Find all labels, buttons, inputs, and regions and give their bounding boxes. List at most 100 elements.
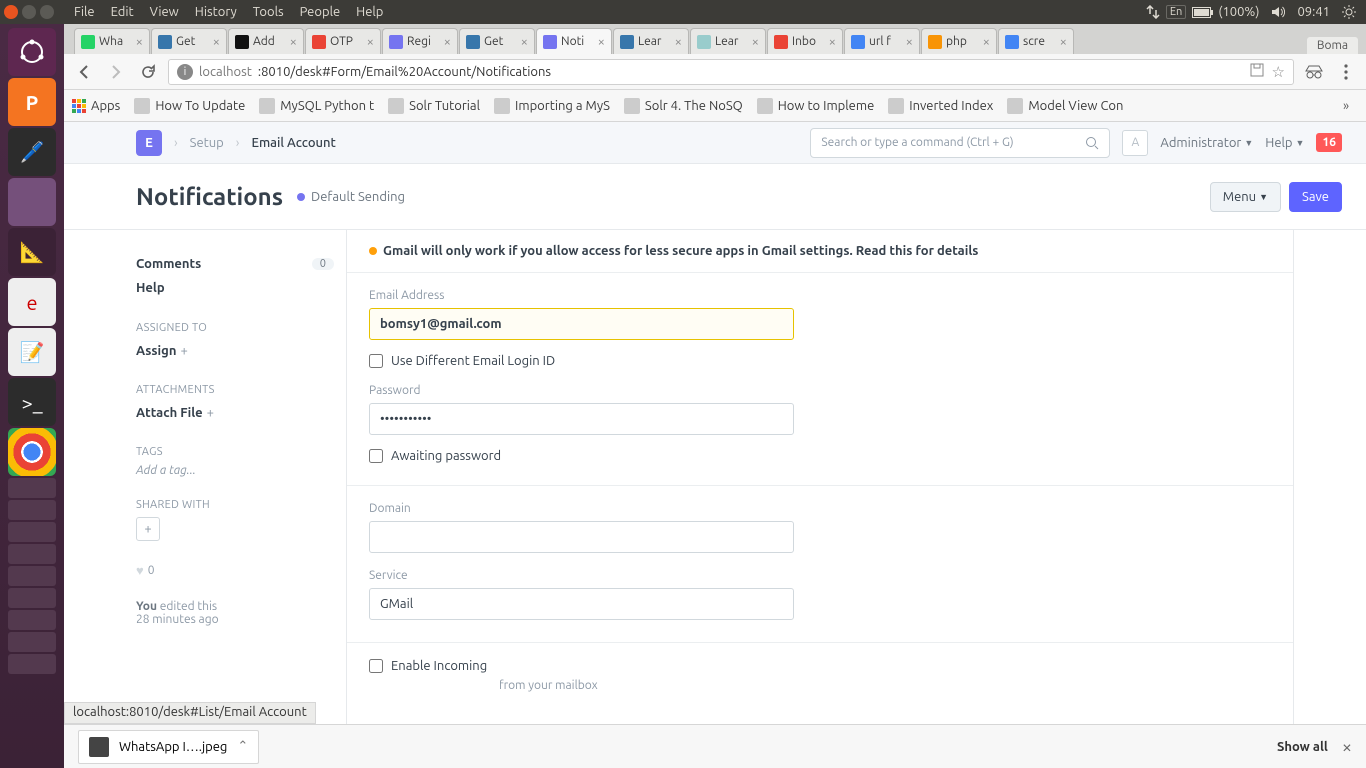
star-icon[interactable]: ☆ [1272,63,1285,81]
launcher-min-6[interactable] [8,588,56,608]
menu-file[interactable]: File [66,5,103,19]
browser-tab[interactable]: scre× [998,28,1074,54]
launcher-min-3[interactable] [8,522,56,542]
bookmark-item[interactable]: Importing a MyS [494,98,610,114]
menu-history[interactable]: History [187,5,245,19]
user-menu[interactable]: Administrator▼ [1160,136,1253,150]
close-icon[interactable]: × [752,35,759,49]
browser-tab[interactable]: Get× [151,28,227,54]
sidebar-help[interactable]: Help [136,276,334,300]
menu-edit[interactable]: Edit [103,5,142,19]
likes-row[interactable]: ♥ 0 [136,563,334,578]
menu-view[interactable]: View [142,5,187,19]
domain-field[interactable] [369,521,794,553]
clock[interactable]: 09:41 [1291,5,1336,19]
browser-tab[interactable]: Add× [228,28,304,54]
save-button[interactable]: Save [1289,182,1342,212]
attach-file-button[interactable]: Attach File+ [136,402,334,424]
launcher-min-5[interactable] [8,566,56,586]
close-window-button[interactable] [4,5,18,19]
launcher-app-5[interactable]: e [8,278,56,326]
launcher-app-2[interactable]: 🖊️ [8,128,56,176]
close-icon[interactable]: × [829,35,836,49]
minimize-window-button[interactable] [22,5,36,19]
download-item[interactable]: WhatsApp I….jpeg ⌃ [78,730,259,764]
close-icon[interactable]: × [521,35,528,49]
email-field[interactable] [369,308,794,340]
bookmark-item[interactable]: How to Impleme [757,98,875,114]
lang-indicator[interactable]: En [1166,5,1186,19]
menu-tools[interactable]: Tools [245,5,292,19]
save-page-icon[interactable] [1250,63,1264,77]
password-field[interactable] [369,403,794,435]
network-icon[interactable] [1140,5,1166,19]
close-icon[interactable]: × [213,35,220,49]
bookmark-item[interactable]: How To Update [134,98,245,114]
chrome-menu-button[interactable] [1334,60,1358,84]
bookmark-item[interactable]: Solr Tutorial [388,98,480,114]
add-tag-input[interactable]: Add a tag... [136,464,334,477]
close-icon[interactable]: × [444,35,451,49]
avatar[interactable]: A [1122,130,1148,156]
reload-button[interactable] [136,60,160,84]
browser-tab[interactable]: Lear× [613,28,689,54]
launcher-min-2[interactable] [8,500,56,520]
launcher-app-1[interactable]: P [8,78,56,126]
launcher-app-3[interactable] [8,178,56,226]
launcher-min-9[interactable] [8,654,56,674]
launcher-app-6[interactable]: 📝 [8,328,56,376]
bookmark-item[interactable]: MySQL Python t [259,98,374,114]
close-icon[interactable]: × [1342,737,1352,757]
breadcrumb-setup[interactable]: Setup [190,136,224,150]
bookmark-item[interactable]: Inverted Index [888,98,993,114]
browser-tab[interactable]: Get× [459,28,535,54]
site-info-icon[interactable]: i [177,64,193,80]
browser-tab[interactable]: Regi× [382,28,458,54]
back-button[interactable] [72,60,96,84]
launcher-app-4[interactable]: 📐 [8,228,56,276]
launcher-min-7[interactable] [8,610,56,630]
browser-tab[interactable]: url f× [844,28,920,54]
browser-tab[interactable]: Inbo× [767,28,843,54]
erp-logo[interactable]: E [136,130,162,156]
forward-button[interactable] [104,60,128,84]
close-icon[interactable]: × [906,35,913,49]
breadcrumb-email-account[interactable]: Email Account [251,136,335,150]
close-icon[interactable]: × [290,35,297,49]
search-input[interactable]: Search or type a command (Ctrl + G) [810,128,1110,158]
close-icon[interactable]: × [136,35,143,49]
gear-icon[interactable] [1336,5,1362,19]
share-add-button[interactable]: + [136,517,160,541]
launcher-chrome[interactable] [8,428,56,476]
launcher-min-1[interactable] [8,478,56,498]
assign-button[interactable]: Assign+ [136,340,334,362]
close-icon[interactable]: × [983,35,990,49]
volume-icon[interactable] [1265,5,1291,19]
maximize-window-button[interactable] [40,5,54,19]
close-icon[interactable]: × [675,35,682,49]
help-menu[interactable]: Help▼ [1265,136,1304,150]
show-all-downloads[interactable]: Show all [1277,740,1328,754]
notification-badge[interactable]: 16 [1316,133,1342,152]
menu-button[interactable]: Menu ▼ [1210,182,1281,212]
close-icon[interactable]: × [1060,35,1067,49]
service-field[interactable] [369,588,794,620]
browser-tab[interactable]: OTP× [305,28,381,54]
launcher-dash[interactable] [8,28,56,76]
address-bar[interactable]: i localhost:8010/desk#Form/Email%20Accou… [168,59,1294,85]
bookmark-item[interactable]: Apps [72,99,120,113]
browser-tab[interactable]: Noti× [536,28,612,54]
browser-tab[interactable]: php× [921,28,997,54]
menu-help[interactable]: Help [348,5,391,19]
bookmarks-overflow[interactable]: » [1334,94,1358,118]
use-different-login-checkbox[interactable]: Use Different Email Login ID [369,354,1271,368]
bookmark-item[interactable]: Model View Con [1007,98,1123,114]
close-icon[interactable]: × [598,35,605,49]
menu-people[interactable]: People [292,5,348,19]
chrome-profile[interactable]: Boma [1307,37,1358,54]
browser-tab[interactable]: Wha× [74,28,150,54]
launcher-terminal[interactable]: >_ [8,378,56,426]
browser-tab[interactable]: Lear× [690,28,766,54]
chevron-up-icon[interactable]: ⌃ [237,739,248,754]
launcher-min-4[interactable] [8,544,56,564]
